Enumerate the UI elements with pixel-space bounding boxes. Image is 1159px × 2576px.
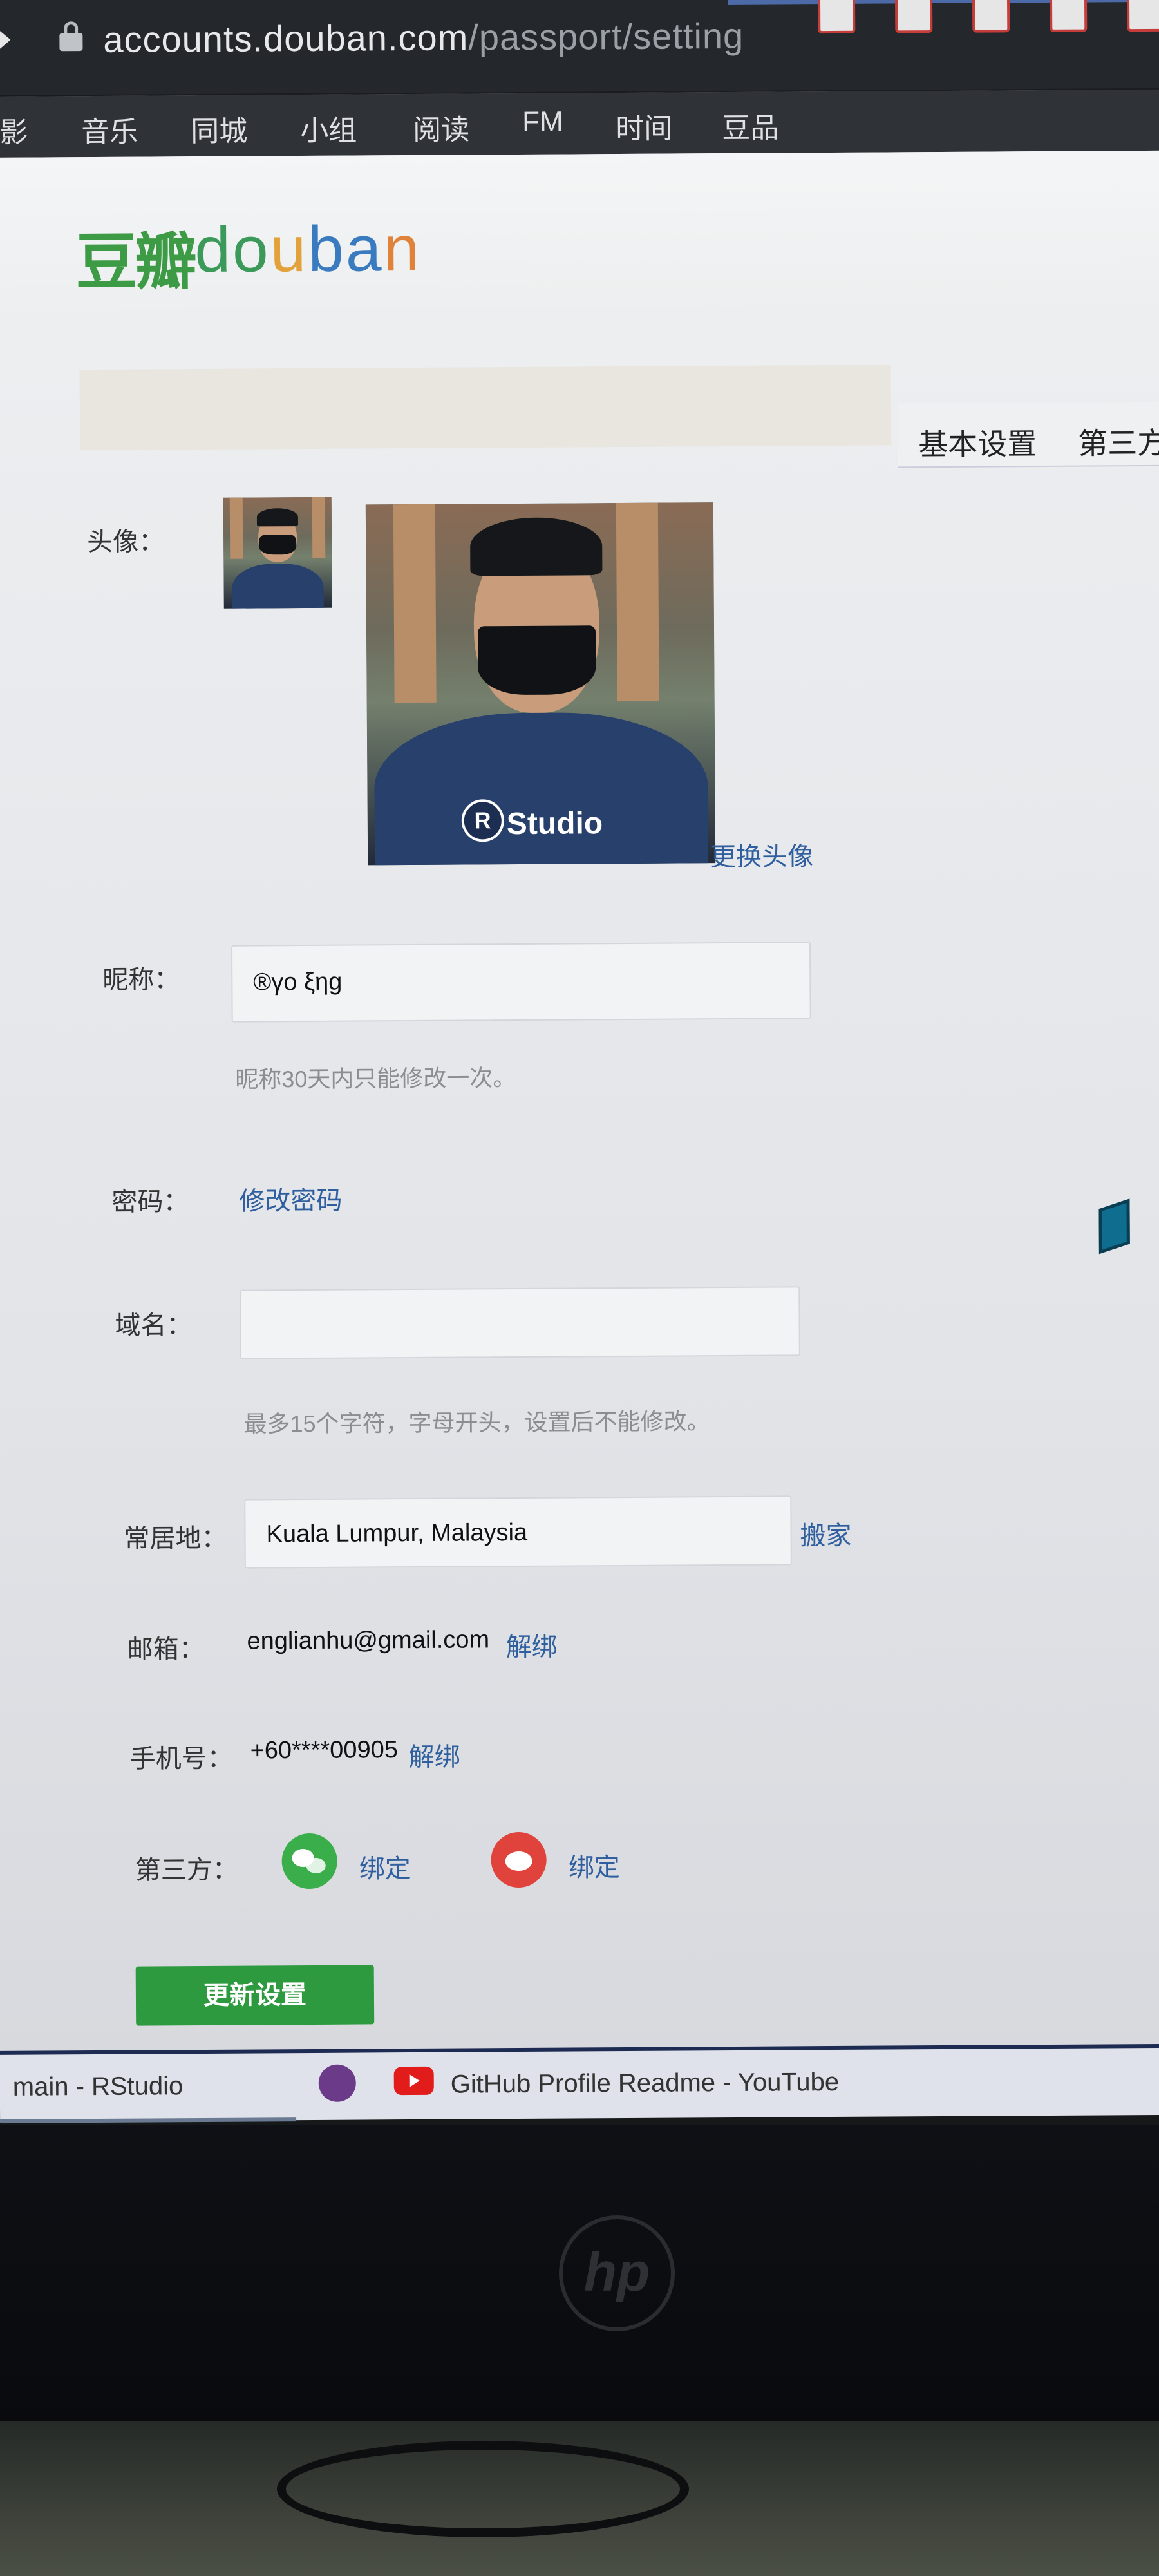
location-input[interactable]: Kuala Lumpur, Malaysia xyxy=(244,1495,792,1569)
bookmark-icon[interactable] xyxy=(1126,0,1159,32)
avatar-large: R Studio xyxy=(365,502,716,866)
bookmark-icon[interactable] xyxy=(1049,0,1088,32)
logo-part: ba xyxy=(307,213,384,285)
wechat-icon[interactable] xyxy=(281,1833,337,1889)
bookmark-icon[interactable] xyxy=(894,0,933,33)
site-header: 豆瓣 douban xyxy=(0,150,1159,325)
taskbar-item-rstudio[interactable]: main - RStudio xyxy=(13,2072,184,2102)
phone-label: 手机号： xyxy=(129,1744,233,1774)
tab-basic-settings[interactable]: 基本设置 xyxy=(918,421,1037,464)
douban-logo-cn[interactable]: 豆瓣 xyxy=(75,211,194,301)
shirt-text: Studio xyxy=(506,806,603,842)
monitor-screen: accounts.douban.com/passport/setting 影 音… xyxy=(0,0,1159,2123)
avatar-small xyxy=(223,497,332,609)
nickname-input[interactable]: ®γο ξηg xyxy=(231,942,811,1023)
phone-value: +60****00905 xyxy=(250,1736,399,1765)
nav-item-time[interactable]: 时间 xyxy=(616,106,672,147)
settings-tabs: 基本设置 第三方 xyxy=(897,401,1159,468)
bookmark-icon[interactable] xyxy=(972,0,1010,33)
email-unbind-link[interactable]: 解绑 xyxy=(505,1626,558,1663)
bookmark-icon[interactable] xyxy=(817,0,856,34)
email-value: englianhu@gmail.com xyxy=(247,1626,490,1655)
change-avatar-link[interactable]: 更换头像 xyxy=(710,835,813,873)
url-text[interactable]: accounts.douban.com/passport/setting xyxy=(103,15,744,61)
domain-label: 域名： xyxy=(115,1311,193,1340)
github-icon[interactable] xyxy=(318,2064,356,2102)
browser-address-bar[interactable]: accounts.douban.com/passport/setting xyxy=(0,0,1159,97)
change-password-link[interactable]: 修改密码 xyxy=(239,1180,342,1218)
nav-item-groups[interactable]: 小组 xyxy=(300,107,357,149)
hp-logo-icon: hp xyxy=(559,2215,675,2331)
tab-third-party[interactable]: 第三方 xyxy=(1078,420,1159,463)
avatar-label: 头像： xyxy=(87,527,165,557)
location-value: Kuala Lumpur, Malaysia xyxy=(266,1519,528,1548)
domain-hint: 最多15个字符，字母开头，设置后不能修改。 xyxy=(243,1408,710,1437)
thirdparty-label: 第三方： xyxy=(135,1855,238,1885)
weibo-icon[interactable] xyxy=(491,1832,547,1888)
logo-part: n xyxy=(383,212,422,285)
logo-part: u xyxy=(270,213,308,286)
youtube-icon[interactable] xyxy=(393,2066,434,2096)
nickname-label: 昵称： xyxy=(102,965,180,994)
settings-content: 基本设置 第三方 头像： R Studio 更换头像 昵称： ®γο ξηg 昵… xyxy=(0,317,1159,2061)
weibo-bind-link[interactable]: 绑定 xyxy=(569,1846,620,1884)
back-arrow-icon[interactable] xyxy=(0,25,11,54)
location-label: 常居地： xyxy=(124,1524,227,1553)
lock-icon xyxy=(58,21,84,52)
nav-item-music[interactable]: 音乐 xyxy=(81,109,138,151)
nickname-hint: 昵称30天内只能修改一次。 xyxy=(235,1065,516,1093)
phone-unbind-link[interactable]: 解绑 xyxy=(408,1736,460,1774)
nav-item-fm[interactable]: FM xyxy=(522,106,563,138)
rstudio-logo-icon: R xyxy=(461,799,504,842)
logo-part: do xyxy=(194,213,270,287)
email-label: 邮箱： xyxy=(127,1634,205,1664)
monitor-stand xyxy=(277,2441,689,2537)
domain-input[interactable] xyxy=(240,1286,800,1359)
active-task-underline xyxy=(0,2117,297,2123)
nav-item-movie[interactable]: 影 xyxy=(0,109,28,151)
move-location-link[interactable]: 搬家 xyxy=(800,1515,851,1552)
douban-logo-en[interactable]: douban xyxy=(194,212,421,287)
tab-strip-edge xyxy=(727,0,1159,5)
url-path: /passport/setting xyxy=(468,15,744,58)
photo-scene: accounts.douban.com/passport/setting 影 音… xyxy=(0,0,1159,2576)
nav-item-local[interactable]: 同城 xyxy=(191,108,247,150)
nav-item-market[interactable]: 豆品 xyxy=(722,104,778,146)
url-host: accounts.douban.com xyxy=(103,17,469,60)
os-taskbar: main - RStudio GitHub Profile Readme - Y… xyxy=(0,2043,1159,2123)
nickname-value: ®γο ξηg xyxy=(253,968,343,996)
taskbar-item-youtube[interactable]: GitHub Profile Readme - YouTube xyxy=(451,2068,840,2099)
nav-item-read[interactable]: 阅读 xyxy=(413,106,469,148)
banner-strip xyxy=(79,365,892,451)
site-top-nav: 影 音乐 同城 小组 阅读 FM 时间 豆品 xyxy=(0,89,1159,158)
password-label: 密码： xyxy=(111,1188,189,1217)
wechat-bind-link[interactable]: 绑定 xyxy=(359,1848,411,1885)
update-settings-button[interactable]: 更新设置 xyxy=(135,1965,375,2026)
cursor-icon xyxy=(1098,1198,1130,1255)
